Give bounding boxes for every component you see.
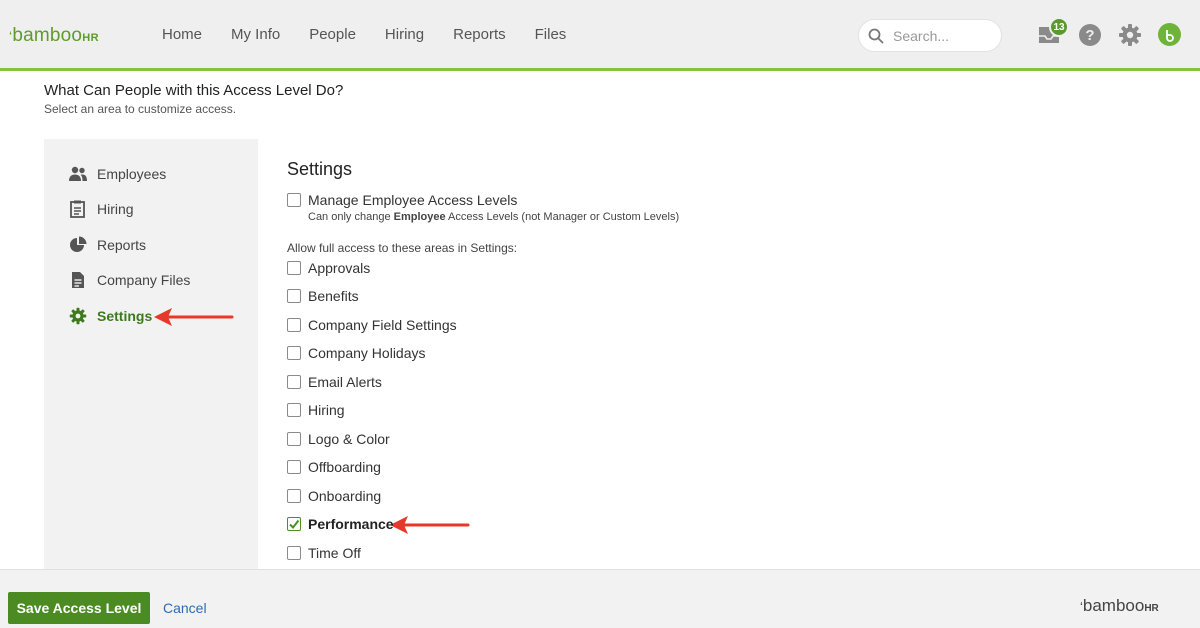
sidebar-item-label: Hiring: [97, 201, 134, 217]
gear-icon: [68, 306, 88, 326]
checkbox-label: Hiring: [308, 402, 345, 418]
manage-access-levels-option[interactable]: Manage Employee Access Levels: [287, 192, 517, 208]
main-nav: Home My Info People Hiring Reports Files: [162, 26, 595, 43]
option-performance[interactable]: Performance: [287, 516, 394, 532]
checkbox-label: Time Off: [308, 545, 361, 561]
nav-home[interactable]: Home: [162, 26, 202, 43]
sidebar-item-label: Settings: [97, 308, 153, 324]
sidebar-item-reports[interactable]: Reports: [68, 234, 146, 256]
bamboo-avatar-icon: [1165, 29, 1174, 42]
offboarding-checkbox[interactable]: [287, 460, 301, 474]
nav-people[interactable]: People: [309, 26, 356, 43]
search-box[interactable]: [858, 19, 1002, 52]
sidebar-item-employees[interactable]: Employees: [68, 163, 166, 185]
logo-color-checkbox[interactable]: [287, 432, 301, 446]
option-offboarding[interactable]: Offboarding: [287, 459, 381, 475]
full-access-label: Allow full access to these areas in Sett…: [287, 241, 518, 255]
checkbox-label: Performance: [308, 516, 394, 532]
option-company-holidays[interactable]: Company Holidays: [287, 345, 426, 361]
nav-files[interactable]: Files: [535, 26, 567, 43]
manage-access-levels-checkbox[interactable]: [287, 193, 301, 207]
annotation-arrow-settings: [154, 308, 234, 326]
checkbox-label: Onboarding: [308, 488, 382, 504]
checkbox-label: Logo & Color: [308, 431, 390, 447]
option-benefits[interactable]: Benefits: [287, 288, 359, 304]
sidebar-item-label: Reports: [97, 237, 147, 253]
sidebar-item-label: Employees: [97, 166, 167, 182]
email-alerts-checkbox[interactable]: [287, 375, 301, 389]
option-logo-color[interactable]: Logo & Color: [287, 431, 390, 447]
search-icon: [868, 28, 884, 43]
page-title: What Can People with this Access Level D…: [44, 82, 344, 99]
option-hiring[interactable]: Hiring: [287, 402, 345, 418]
avatar[interactable]: [1158, 23, 1181, 46]
checkbox-label: Email Alerts: [308, 374, 382, 390]
checkbox-label: Benefits: [308, 288, 359, 304]
checkmark-icon: [289, 519, 300, 530]
settings-section-title: Settings: [287, 159, 353, 179]
nav-my-info[interactable]: My Info: [231, 26, 280, 43]
gear-icon: [1118, 23, 1141, 46]
time-off-checkbox[interactable]: [287, 546, 301, 560]
nav-reports[interactable]: Reports: [453, 26, 506, 43]
svg-text:?: ?: [1085, 27, 1094, 44]
approvals-checkbox[interactable]: [287, 261, 301, 275]
option-approvals[interactable]: Approvals: [287, 260, 370, 276]
search-input[interactable]: [893, 27, 993, 44]
sidebar-item-company-files[interactable]: Company Files: [68, 269, 190, 291]
benefits-checkbox[interactable]: [287, 289, 301, 303]
document-icon: [68, 270, 88, 290]
settings-button[interactable]: [1117, 22, 1142, 47]
logo-wordmark: ‘bambooHR: [9, 25, 100, 46]
onboarding-checkbox[interactable]: [287, 489, 301, 503]
top-bar: ‘bambooHR Home My Info People Hiring Rep…: [0, 0, 1200, 71]
cancel-link[interactable]: Cancel: [163, 600, 207, 616]
help-button[interactable]: ?: [1077, 22, 1102, 47]
pie-chart-icon: [68, 235, 88, 255]
sidebar-item-settings[interactable]: Settings: [68, 305, 152, 327]
option-email-alerts[interactable]: Email Alerts: [287, 374, 382, 390]
sidebar-item-label: Company Files: [97, 272, 191, 288]
bamboohr-logo[interactable]: ‘bambooHR: [9, 24, 99, 48]
inbox-count-badge: 13: [1049, 17, 1069, 37]
company-holidays-checkbox[interactable]: [287, 346, 301, 360]
checkbox-label: Manage Employee Access Levels: [308, 192, 518, 208]
option-time-off[interactable]: Time Off: [287, 545, 361, 561]
help-icon: ?: [1078, 23, 1101, 46]
option-company-field-settings[interactable]: Company Field Settings: [287, 317, 457, 333]
option-onboarding[interactable]: Onboarding: [287, 488, 381, 504]
checkbox-label: Company Field Settings: [308, 317, 457, 333]
checkbox-label: Offboarding: [308, 459, 381, 475]
footer-bamboohr-logo: ‘bambooHR: [1080, 596, 1159, 615]
save-access-level-button[interactable]: Save Access Level: [8, 592, 150, 624]
footer-bar: Save Access Level Cancel ‘bambooHR: [0, 569, 1200, 628]
annotation-arrow-performance: [390, 516, 470, 534]
hiring-checkbox[interactable]: [287, 403, 301, 417]
performance-checkbox[interactable]: [287, 517, 301, 531]
sidebar-item-hiring[interactable]: Hiring: [68, 198, 134, 220]
access-area-sidebar: Employees Hiring Reports Company Files S…: [44, 139, 258, 569]
people-icon: [68, 164, 88, 184]
clipboard-icon: [68, 199, 88, 219]
manage-access-levels-note: Can only change Employee Access Levels (…: [308, 211, 680, 223]
page-subtitle: Select an area to customize access.: [44, 102, 237, 116]
company-field-settings-checkbox[interactable]: [287, 318, 301, 332]
checkbox-label: Company Holidays: [308, 345, 426, 361]
checkbox-label: Approvals: [308, 260, 371, 276]
nav-hiring[interactable]: Hiring: [385, 26, 424, 43]
